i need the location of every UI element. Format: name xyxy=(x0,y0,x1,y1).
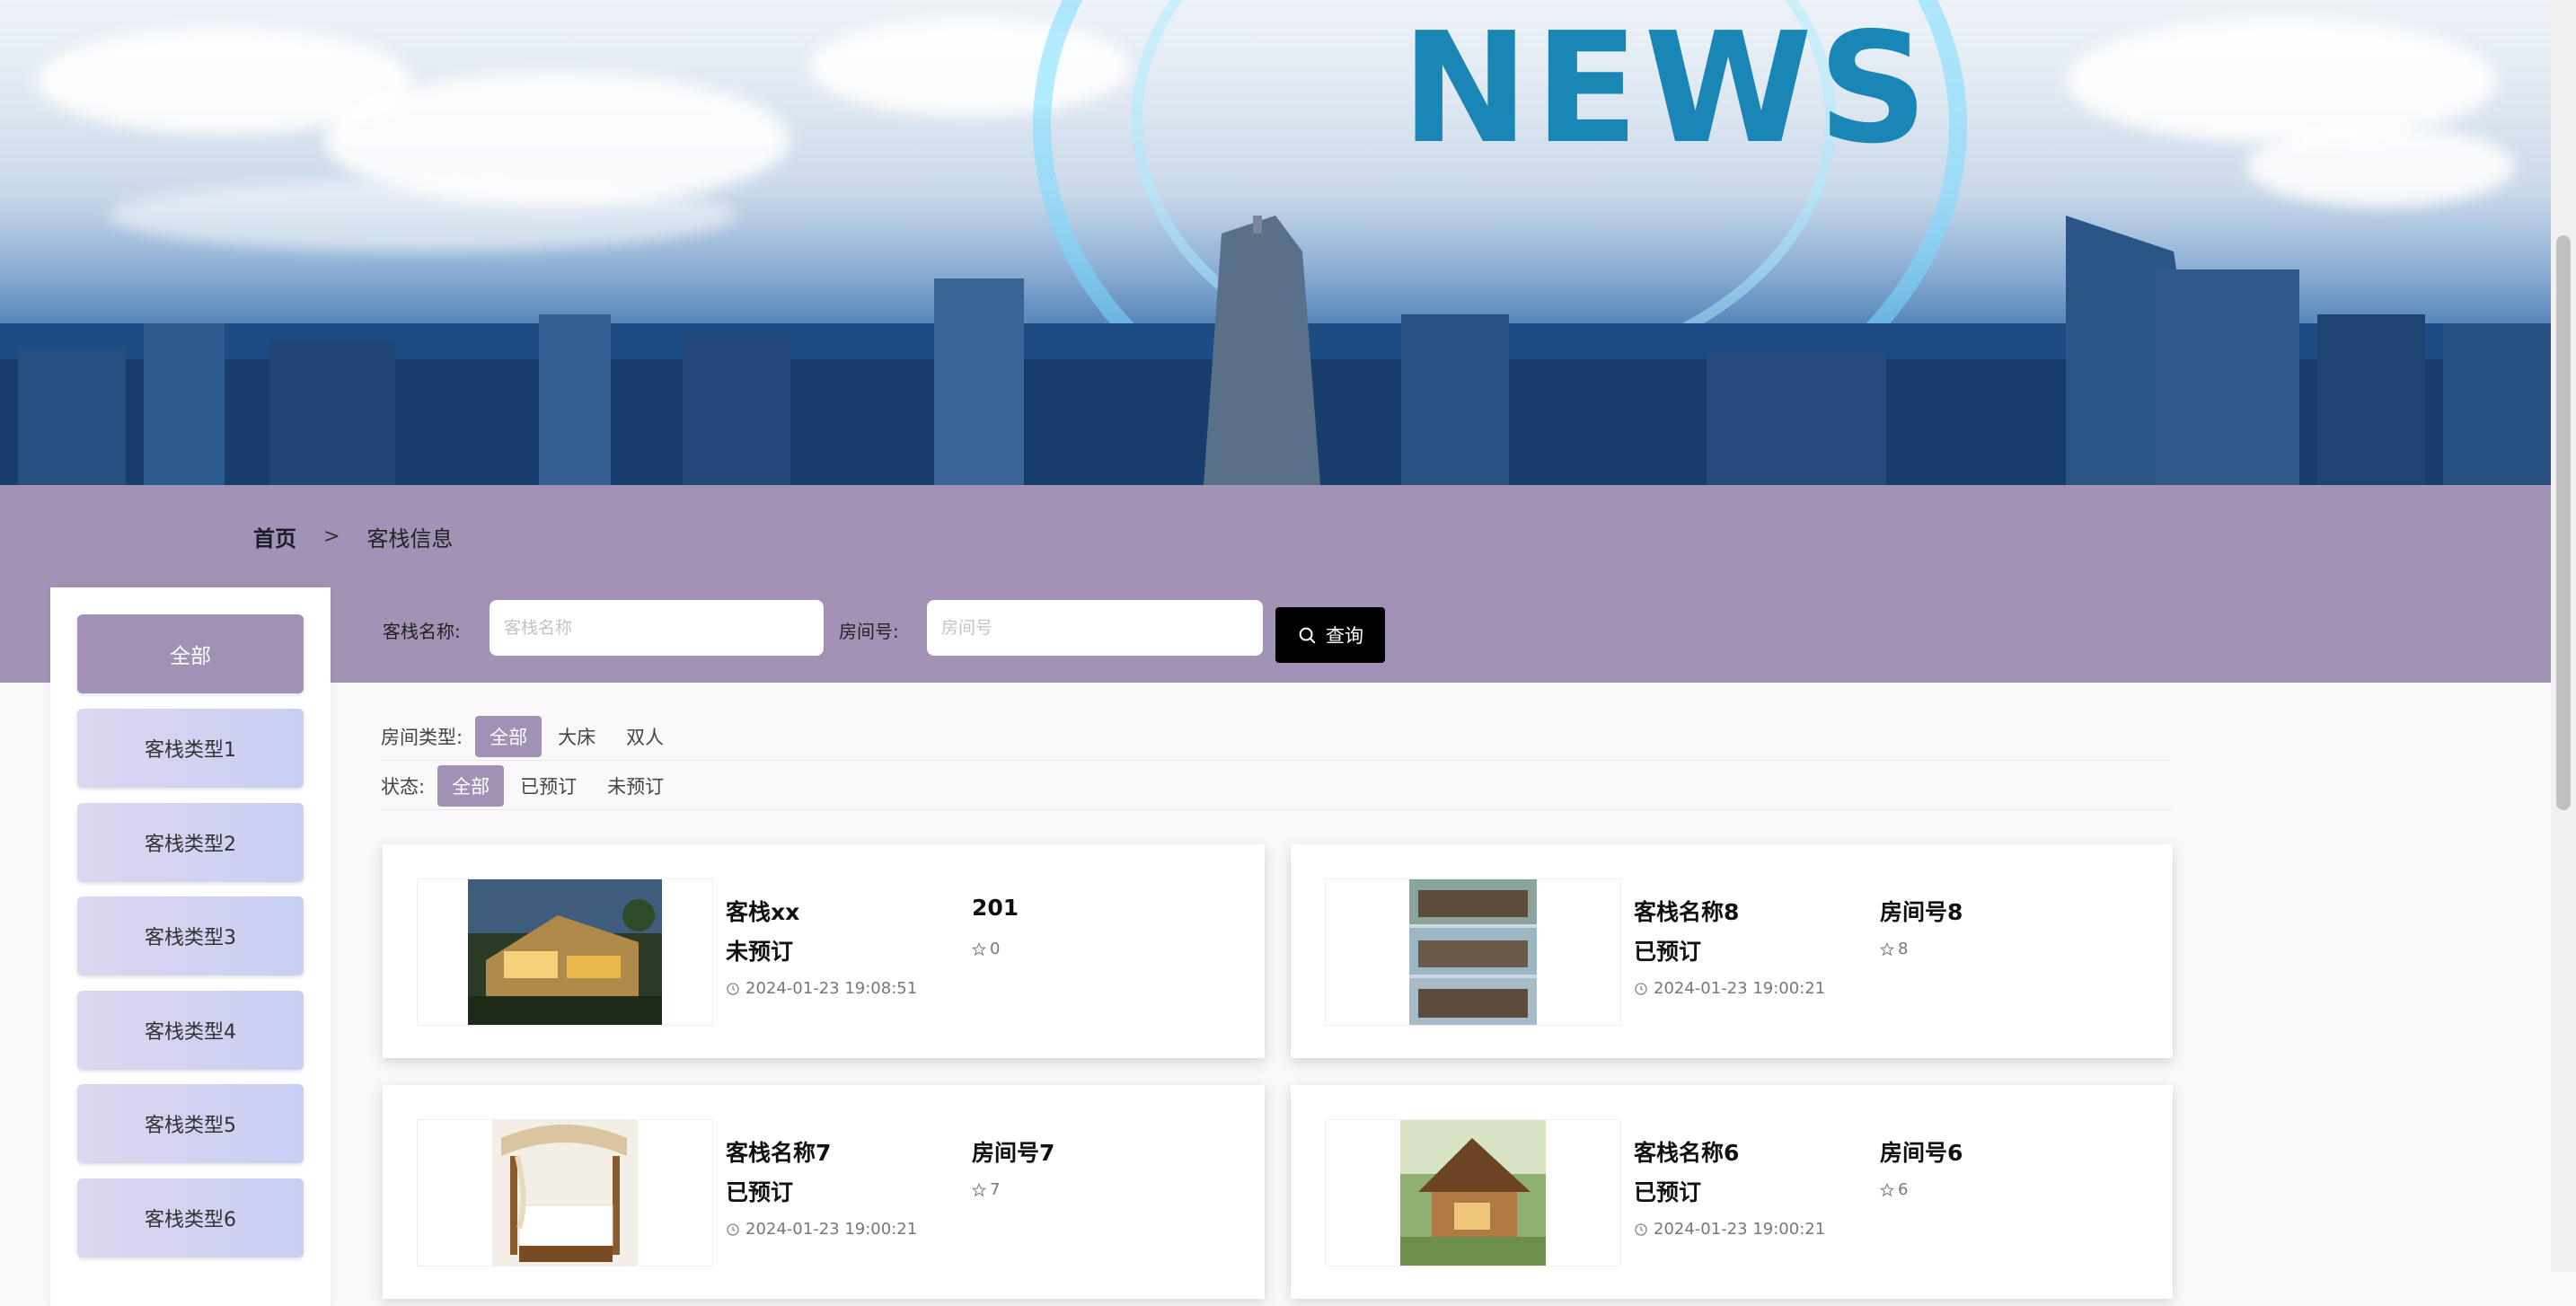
sidebar-item-type4[interactable]: 客栈类型4 xyxy=(77,991,304,1070)
inn-card[interactable]: 客栈xx 201 未预订 0 2024-01-23 19:08:51 xyxy=(383,844,1265,1058)
room-type-option-all[interactable]: 全部 xyxy=(475,716,543,757)
courtyard-house-image xyxy=(1409,879,1537,1025)
favorite-count: 8 xyxy=(1880,940,1908,958)
room-type-filter-label: 房间类型: xyxy=(381,727,463,748)
status-filter-label: 状态: xyxy=(381,776,426,798)
favorite-count-value: 0 xyxy=(990,940,1001,958)
filter-divider xyxy=(381,760,2172,761)
created-time-value: 2024-01-23 19:00:21 xyxy=(1654,1220,1826,1239)
star-icon xyxy=(1880,941,1894,956)
favorite-count-value: 7 xyxy=(990,1180,1001,1199)
room-number: 房间号7 xyxy=(972,1140,1055,1166)
room-number: 201 xyxy=(972,895,1019,921)
canopy-bedroom-image xyxy=(492,1120,638,1266)
created-time: 2024-01-23 19:00:21 xyxy=(726,1220,917,1239)
inn-card[interactable]: 客栈名称6 房间号6 已预订 6 2024-01-23 19:00:21 xyxy=(1291,1085,2173,1299)
favorite-count: 6 xyxy=(1880,1180,1908,1199)
created-time-value: 2024-01-23 19:00:21 xyxy=(745,1220,918,1239)
inn-thumbnail[interactable] xyxy=(417,878,713,1026)
created-time: 2024-01-23 19:00:21 xyxy=(1634,1220,1825,1239)
clock-icon xyxy=(1635,982,1647,995)
banner-title: NEWS xyxy=(1401,0,1934,178)
sidebar-item-type3[interactable]: 客栈类型3 xyxy=(77,896,304,975)
room-type-option-twin[interactable]: 双人 xyxy=(612,716,678,757)
room-number: 房间号6 xyxy=(1880,1140,1963,1166)
page-scrollbar[interactable] xyxy=(2551,0,2576,1272)
status-option-booked[interactable]: 已预订 xyxy=(506,765,591,807)
inn-card[interactable]: 客栈名称8 房间号8 已预订 8 2024-01-23 19:00:21 xyxy=(1291,844,2173,1058)
created-time: 2024-01-23 19:00:21 xyxy=(1634,979,1825,998)
search-button-label: 查询 xyxy=(1326,625,1363,647)
booking-status: 已预订 xyxy=(726,1179,794,1205)
favorite-count-value: 6 xyxy=(1898,1180,1909,1199)
city-skyline-image xyxy=(0,216,2551,485)
sidebar-item-type2[interactable]: 客栈类型2 xyxy=(77,803,304,882)
wooden-lodge-image xyxy=(1400,1120,1546,1266)
room-number: 房间号8 xyxy=(1880,899,1963,925)
created-time-value: 2024-01-23 19:08:51 xyxy=(745,979,918,998)
room-type-filter: 房间类型: 全部 大床 双人 xyxy=(381,716,680,757)
favorite-count-value: 8 xyxy=(1898,940,1909,958)
star-icon xyxy=(972,1182,986,1196)
booking-status: 已预订 xyxy=(1634,1179,1702,1205)
star-icon xyxy=(1880,1182,1894,1196)
room-number-input[interactable] xyxy=(927,600,1263,656)
room-type-option-king[interactable]: 大床 xyxy=(543,716,610,757)
clock-icon xyxy=(727,1222,739,1236)
search-button[interactable]: 查询 xyxy=(1275,607,1385,663)
inn-name[interactable]: 客栈xx xyxy=(726,895,799,927)
sidebar-item-type1[interactable]: 客栈类型1 xyxy=(77,709,304,788)
inn-thumbnail[interactable] xyxy=(417,1119,713,1266)
room-number-label: 房间号: xyxy=(839,621,899,642)
inn-name-input[interactable] xyxy=(490,600,824,656)
night-villa-image xyxy=(468,879,662,1025)
favorite-count: 0 xyxy=(972,940,1000,958)
inn-name-label: 客栈名称: xyxy=(383,621,461,642)
breadcrumb-current: 客栈信息 xyxy=(366,526,454,552)
filter-divider xyxy=(381,809,2172,810)
scrollbar-thumb[interactable] xyxy=(2556,235,2571,810)
inn-name[interactable]: 客栈名称8 xyxy=(1634,895,1739,927)
inn-card[interactable]: 客栈名称7 房间号7 已预订 7 2024-01-23 19:00:21 xyxy=(383,1085,1265,1299)
sidebar-item-type5[interactable]: 客栈类型5 xyxy=(77,1084,304,1163)
sidebar-item-type6[interactable]: 客栈类型6 xyxy=(77,1178,304,1257)
created-time: 2024-01-23 19:08:51 xyxy=(726,979,917,998)
booking-status: 未预订 xyxy=(726,939,794,965)
favorite-count: 7 xyxy=(972,1180,1000,1199)
clock-icon xyxy=(727,982,739,995)
status-filter: 状态: 全部 已预订 未预订 xyxy=(381,765,680,807)
sidebar-item-all[interactable]: 全部 xyxy=(77,614,304,693)
star-icon xyxy=(972,941,986,956)
inn-name[interactable]: 客栈名称6 xyxy=(1634,1135,1739,1168)
status-option-all[interactable]: 全部 xyxy=(437,765,505,807)
inn-thumbnail[interactable] xyxy=(1325,878,1621,1026)
breadcrumb-separator: > xyxy=(323,525,340,548)
clock-icon xyxy=(1635,1222,1647,1236)
status-option-unbooked[interactable]: 未预订 xyxy=(593,765,678,807)
breadcrumb-home-link[interactable]: 首页 xyxy=(253,521,296,552)
inn-name[interactable]: 客栈名称7 xyxy=(726,1135,831,1168)
breadcrumb: 首页 > 客栈信息 xyxy=(253,521,453,552)
hero-banner: NEWS xyxy=(0,0,2551,485)
created-time-value: 2024-01-23 19:00:21 xyxy=(1654,979,1826,998)
search-icon xyxy=(1299,627,1316,644)
category-sidebar: 全部 客栈类型1 客栈类型2 客栈类型3 客栈类型4 客栈类型5 客栈类型6 xyxy=(50,587,331,1306)
inn-thumbnail[interactable] xyxy=(1325,1119,1621,1266)
booking-status: 已预订 xyxy=(1634,939,1702,965)
